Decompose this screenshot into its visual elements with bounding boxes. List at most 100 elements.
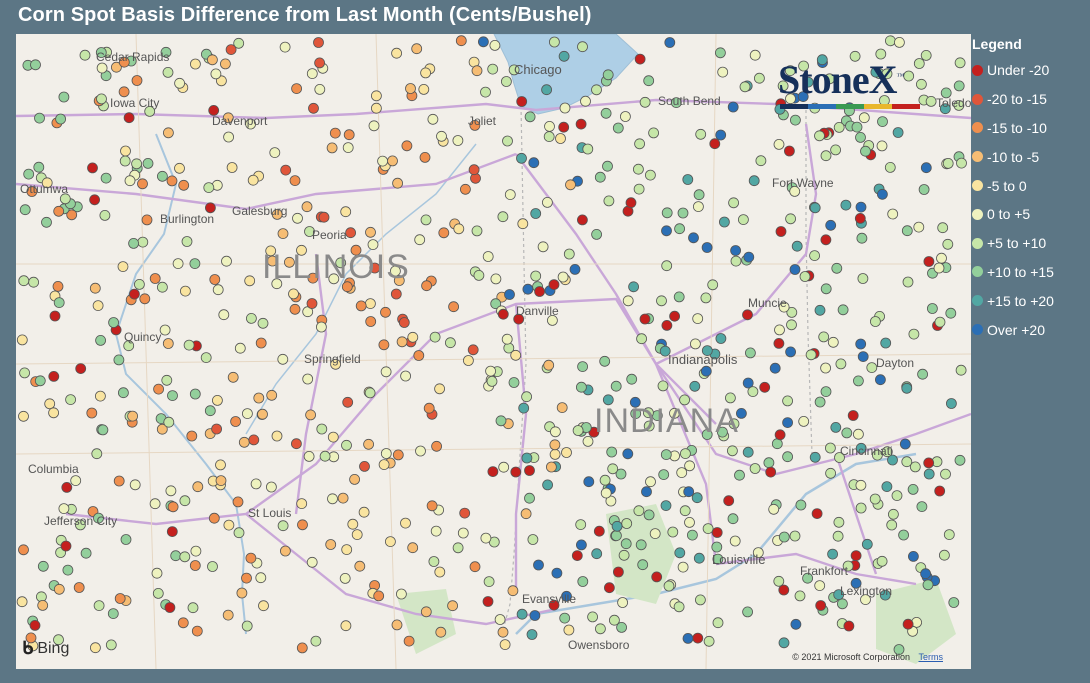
basis-marker[interactable] bbox=[543, 359, 555, 371]
basis-marker[interactable] bbox=[53, 297, 65, 309]
basis-marker[interactable] bbox=[89, 282, 101, 294]
basis-marker[interactable] bbox=[241, 620, 253, 632]
basis-marker[interactable] bbox=[434, 383, 446, 395]
basis-marker[interactable] bbox=[297, 519, 308, 531]
basis-marker[interactable] bbox=[420, 67, 432, 79]
bing-attribution[interactable]: ᑲ Bing bbox=[22, 638, 69, 659]
basis-marker[interactable] bbox=[876, 555, 888, 567]
basis-marker[interactable] bbox=[100, 172, 112, 184]
basis-marker[interactable] bbox=[89, 194, 100, 206]
basis-marker[interactable] bbox=[420, 214, 432, 226]
basis-marker[interactable] bbox=[407, 542, 419, 554]
basis-marker[interactable] bbox=[939, 549, 950, 561]
basis-marker[interactable] bbox=[847, 410, 859, 421]
basis-marker[interactable] bbox=[501, 333, 513, 345]
basis-marker[interactable] bbox=[473, 269, 485, 281]
basis-marker[interactable] bbox=[23, 168, 35, 180]
basis-marker[interactable] bbox=[715, 129, 727, 141]
basis-marker[interactable] bbox=[730, 255, 742, 267]
basis-marker[interactable] bbox=[791, 240, 803, 252]
basis-marker[interactable] bbox=[28, 276, 40, 288]
basis-marker[interactable] bbox=[65, 394, 76, 406]
basis-marker[interactable] bbox=[359, 460, 370, 472]
basis-marker[interactable] bbox=[151, 567, 163, 579]
basis-marker[interactable] bbox=[541, 84, 552, 96]
basis-marker[interactable] bbox=[164, 602, 176, 613]
basis-marker[interactable] bbox=[190, 545, 202, 557]
basis-marker[interactable] bbox=[610, 380, 622, 392]
basis-marker[interactable] bbox=[129, 479, 141, 491]
basis-marker[interactable] bbox=[645, 476, 656, 488]
basis-marker[interactable] bbox=[253, 392, 265, 404]
basis-marker[interactable] bbox=[550, 426, 561, 438]
basis-marker[interactable] bbox=[555, 133, 566, 144]
basis-marker[interactable] bbox=[622, 295, 634, 307]
basis-marker[interactable] bbox=[210, 68, 222, 80]
basis-marker[interactable] bbox=[342, 396, 354, 408]
basis-marker[interactable] bbox=[183, 339, 195, 351]
basis-marker[interactable] bbox=[288, 288, 299, 300]
basis-marker[interactable] bbox=[435, 626, 447, 638]
basis-marker[interactable] bbox=[347, 518, 359, 530]
basis-marker[interactable] bbox=[522, 283, 534, 295]
basis-marker[interactable] bbox=[827, 548, 838, 560]
basis-marker[interactable] bbox=[749, 463, 761, 474]
basis-marker[interactable] bbox=[105, 639, 117, 651]
basis-marker[interactable] bbox=[123, 112, 135, 124]
basis-marker[interactable] bbox=[612, 122, 624, 134]
basis-marker[interactable] bbox=[634, 53, 646, 65]
basis-marker[interactable] bbox=[543, 131, 555, 142]
basis-marker[interactable] bbox=[290, 438, 302, 450]
basis-marker[interactable] bbox=[841, 427, 853, 439]
basis-marker[interactable] bbox=[131, 158, 142, 170]
basis-marker[interactable] bbox=[521, 391, 533, 403]
basis-marker[interactable] bbox=[593, 525, 605, 537]
basis-marker[interactable] bbox=[884, 161, 896, 173]
basis-marker[interactable] bbox=[556, 402, 568, 414]
basis-marker[interactable] bbox=[166, 175, 178, 187]
basis-marker[interactable] bbox=[18, 410, 29, 422]
basis-marker[interactable] bbox=[820, 283, 832, 295]
basis-marker[interactable] bbox=[628, 281, 639, 293]
basis-marker[interactable] bbox=[664, 37, 676, 48]
basis-marker[interactable] bbox=[124, 175, 136, 187]
basis-marker[interactable] bbox=[327, 493, 338, 505]
basis-marker[interactable] bbox=[421, 280, 433, 292]
basis-marker[interactable] bbox=[308, 102, 319, 114]
basis-marker[interactable] bbox=[901, 225, 913, 237]
basis-marker[interactable] bbox=[660, 449, 672, 461]
basis-marker[interactable] bbox=[881, 481, 893, 493]
basis-marker[interactable] bbox=[80, 547, 92, 559]
basis-marker[interactable] bbox=[16, 596, 28, 608]
basis-marker[interactable] bbox=[510, 466, 522, 478]
basis-marker[interactable] bbox=[162, 127, 174, 139]
basis-marker[interactable] bbox=[428, 556, 440, 567]
basis-marker[interactable] bbox=[923, 468, 935, 480]
basis-marker[interactable] bbox=[572, 425, 584, 436]
basis-marker[interactable] bbox=[820, 150, 832, 162]
basis-marker[interactable] bbox=[342, 142, 354, 153]
basis-marker[interactable] bbox=[244, 275, 256, 287]
basis-marker[interactable] bbox=[120, 534, 132, 545]
basis-marker[interactable] bbox=[641, 486, 652, 498]
basis-marker[interactable] bbox=[487, 63, 499, 75]
basis-marker[interactable] bbox=[53, 205, 65, 217]
basis-marker[interactable] bbox=[693, 201, 704, 213]
basis-marker[interactable] bbox=[827, 336, 839, 348]
basis-marker[interactable] bbox=[785, 213, 796, 225]
basis-marker[interactable] bbox=[649, 528, 661, 540]
basis-marker[interactable] bbox=[403, 635, 415, 647]
legend-item[interactable]: +10 to +15 bbox=[972, 258, 1090, 287]
basis-marker[interactable] bbox=[37, 600, 49, 611]
basis-marker[interactable] bbox=[426, 500, 438, 512]
basis-marker[interactable] bbox=[483, 576, 495, 587]
basis-marker[interactable] bbox=[521, 452, 533, 464]
basis-marker[interactable] bbox=[392, 177, 404, 189]
basis-marker[interactable] bbox=[690, 338, 701, 350]
basis-marker[interactable] bbox=[901, 382, 913, 394]
basis-marker[interactable] bbox=[407, 331, 419, 343]
basis-marker[interactable] bbox=[749, 49, 761, 61]
basis-marker[interactable] bbox=[755, 155, 767, 167]
basis-marker[interactable] bbox=[48, 407, 59, 419]
basis-marker[interactable] bbox=[315, 321, 327, 333]
